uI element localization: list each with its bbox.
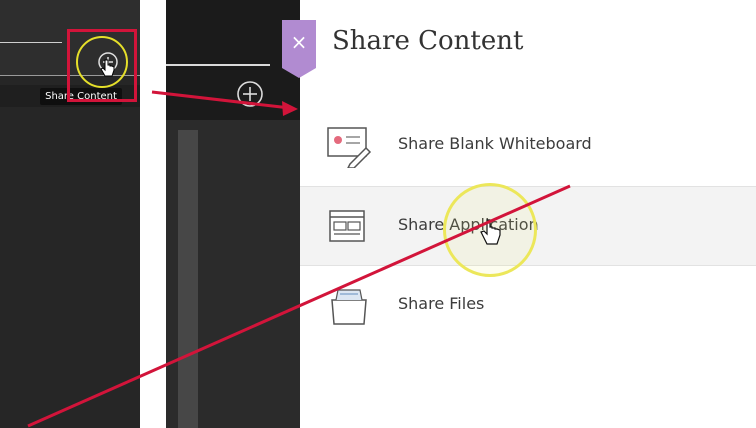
share-blank-whiteboard-item[interactable]: Share Blank Whiteboard: [300, 106, 756, 184]
whiteboard-icon: [327, 127, 372, 168]
share-blank-whiteboard-label: Share Blank Whiteboard: [398, 134, 592, 153]
hand-cursor-icon: [480, 219, 501, 245]
middle-top-area: [166, 0, 300, 120]
files-folder-icon: [331, 289, 367, 325]
middle-scroll-strip: [178, 130, 198, 428]
panel-title: Share Content: [332, 26, 524, 56]
application-window-icon: [329, 210, 365, 242]
share-files-item[interactable]: Share Files: [300, 266, 756, 344]
middle-divider-line: [166, 64, 270, 66]
annotation-box: [67, 29, 137, 102]
share-files-label: Share Files: [398, 294, 485, 313]
separator-gap: [140, 0, 166, 428]
plus-circle-icon[interactable]: [234, 78, 266, 110]
left-divider-line: [0, 42, 62, 43]
close-button[interactable]: ×: [282, 20, 316, 78]
